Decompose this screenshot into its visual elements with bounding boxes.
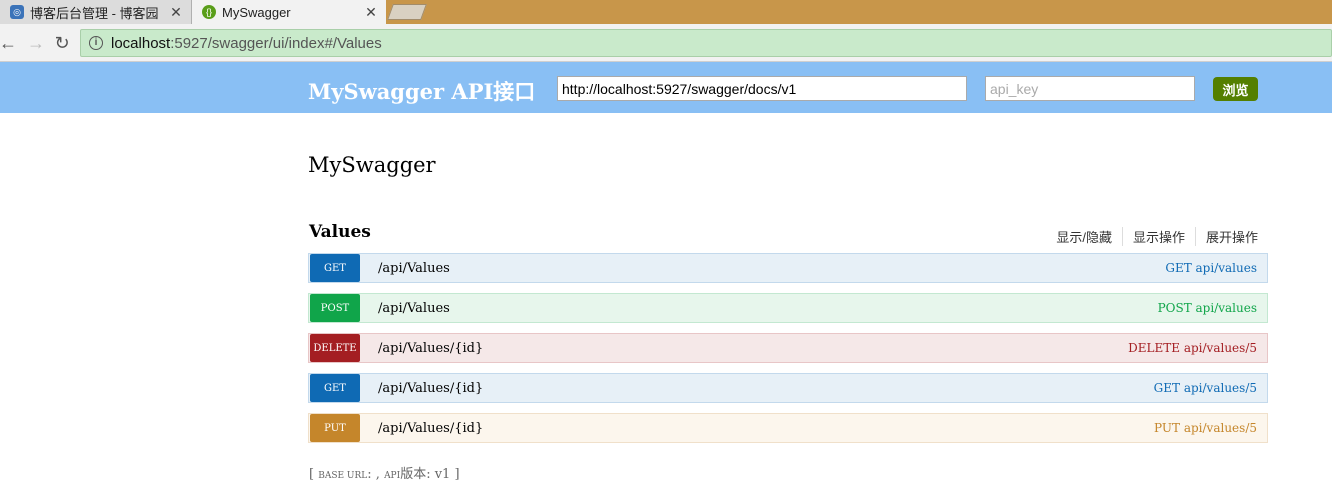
operation-path[interactable]: /api/Values (378, 261, 1165, 276)
api-version: 版本: v1 ] (400, 467, 460, 482)
browser-tab-blog[interactable]: ◎ 博客后台管理 - 博客园 ✕ (0, 0, 192, 24)
operation-summary[interactable]: GET api/values (1165, 261, 1257, 275)
tab-title: MySwagger (222, 4, 291, 20)
list-operations-link[interactable]: 显示操作 (1123, 227, 1196, 246)
base-url-label: BASE URL (318, 471, 368, 481)
tab-title: 博客后台管理 - 博客园 (30, 5, 159, 21)
base-url-info: [ BASE URL: , API版本: v1 ] (309, 463, 460, 482)
footer-open: [ (309, 467, 319, 482)
footer-separator: : , (367, 467, 385, 482)
api-title: MySwagger (308, 153, 436, 177)
new-tab-button[interactable] (387, 4, 427, 20)
reload-icon[interactable]: ↻ (52, 33, 72, 53)
operation-summary[interactable]: PUT api/values/5 (1154, 421, 1257, 435)
method-badge[interactable]: DELETE (310, 334, 360, 362)
toggle-show-hide-link[interactable]: 显示/隐藏 (1046, 227, 1123, 246)
operation-path[interactable]: /api/Values/{id} (378, 381, 1154, 396)
url-path: :5927/swagger/ui/index#/Values (170, 34, 382, 52)
api-label: API (384, 471, 401, 481)
forward-arrow-icon[interactable]: → (26, 33, 46, 53)
url-host: localhost (111, 34, 171, 52)
header-title[interactable]: MySwagger API接口 (308, 76, 535, 106)
browser-tab-strip: ◎ 博客后台管理 - 博客园 ✕ {} MySwagger ✕ (0, 0, 1332, 24)
operation-get-values[interactable]: GET /api/Values GET api/values (308, 253, 1268, 283)
swagger-favicon-icon: {} (202, 5, 216, 19)
explore-button[interactable]: 浏览 (1213, 77, 1258, 101)
blog-favicon-icon: ◎ (10, 5, 24, 19)
method-badge[interactable]: GET (310, 374, 360, 402)
operation-path[interactable]: /api/Values/{id} (378, 341, 1128, 356)
browser-toolbar: ← → ↻ i localhost:5927/swagger/ui/index#… (0, 24, 1332, 62)
close-icon[interactable]: ✕ (167, 4, 185, 21)
operation-summary[interactable]: POST api/values (1158, 301, 1257, 315)
operation-post-values[interactable]: POST /api/Values POST api/values (308, 293, 1268, 323)
operation-summary[interactable]: GET api/values/5 (1154, 381, 1257, 395)
back-arrow-icon[interactable]: ← (0, 33, 18, 53)
resource-actions: 显示/隐藏 显示操作 展开操作 (1046, 227, 1258, 246)
operation-path[interactable]: /api/Values/{id} (378, 421, 1154, 436)
operation-put-value[interactable]: PUT /api/Values/{id} PUT api/values/5 (308, 413, 1268, 443)
operation-get-value-by-id[interactable]: GET /api/Values/{id} GET api/values/5 (308, 373, 1268, 403)
expand-operations-link[interactable]: 展开操作 (1196, 227, 1258, 246)
resource-name[interactable]: Values (309, 222, 371, 242)
operation-path[interactable]: /api/Values (378, 301, 1158, 316)
api-key-input[interactable] (985, 76, 1195, 101)
operation-delete-value[interactable]: DELETE /api/Values/{id} DELETE api/value… (308, 333, 1268, 363)
method-badge[interactable]: PUT (310, 414, 360, 442)
discovery-url-input[interactable] (557, 76, 967, 101)
swagger-header: MySwagger API接口 浏览 (0, 62, 1332, 113)
browser-tab-myswagger[interactable]: {} MySwagger ✕ (192, 0, 386, 24)
operation-summary[interactable]: DELETE api/values/5 (1128, 341, 1257, 355)
info-icon[interactable]: i (89, 36, 103, 50)
address-bar[interactable]: i localhost:5927/swagger/ui/index#/Value… (80, 29, 1332, 57)
close-icon[interactable]: ✕ (362, 4, 380, 21)
method-badge[interactable]: GET (310, 254, 360, 282)
method-badge[interactable]: POST (310, 294, 360, 322)
